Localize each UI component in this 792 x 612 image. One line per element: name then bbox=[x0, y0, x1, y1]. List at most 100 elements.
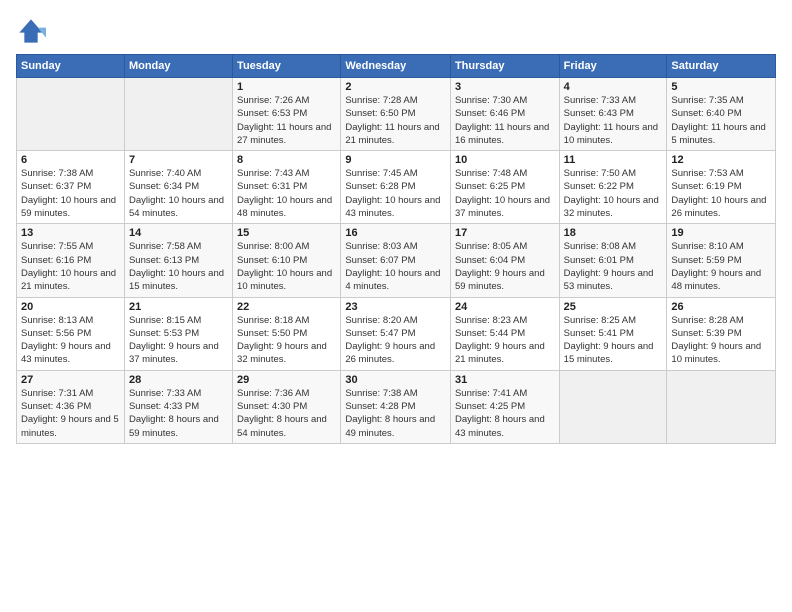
day-number: 22 bbox=[237, 301, 336, 313]
day-cell: 11 Sunrise: 7:50 AMSunset: 6:22 PMDaylig… bbox=[559, 151, 667, 224]
day-number: 29 bbox=[237, 374, 336, 386]
col-header-wednesday: Wednesday bbox=[341, 55, 451, 78]
day-number: 21 bbox=[129, 301, 228, 313]
day-info: Sunrise: 7:40 AMSunset: 6:34 PMDaylight:… bbox=[129, 167, 228, 220]
day-info: Sunrise: 8:00 AMSunset: 6:10 PMDaylight:… bbox=[237, 240, 336, 293]
col-header-saturday: Saturday bbox=[667, 55, 776, 78]
day-number: 8 bbox=[237, 154, 336, 166]
day-info: Sunrise: 8:03 AMSunset: 6:07 PMDaylight:… bbox=[345, 240, 446, 293]
day-cell: 31 Sunrise: 7:41 AMSunset: 4:25 PMDaylig… bbox=[450, 370, 559, 443]
day-cell: 29 Sunrise: 7:36 AMSunset: 4:30 PMDaylig… bbox=[233, 370, 341, 443]
day-cell: 26 Sunrise: 8:28 AMSunset: 5:39 PMDaylig… bbox=[667, 297, 776, 370]
week-row-4: 20 Sunrise: 8:13 AMSunset: 5:56 PMDaylig… bbox=[17, 297, 776, 370]
day-number: 30 bbox=[345, 374, 446, 386]
day-cell: 30 Sunrise: 7:38 AMSunset: 4:28 PMDaylig… bbox=[341, 370, 451, 443]
day-info: Sunrise: 8:10 AMSunset: 5:59 PMDaylight:… bbox=[671, 240, 771, 293]
day-info: Sunrise: 8:18 AMSunset: 5:50 PMDaylight:… bbox=[237, 314, 336, 367]
day-cell: 9 Sunrise: 7:45 AMSunset: 6:28 PMDayligh… bbox=[341, 151, 451, 224]
day-info: Sunrise: 7:53 AMSunset: 6:19 PMDaylight:… bbox=[671, 167, 771, 220]
day-number: 13 bbox=[21, 227, 120, 239]
day-cell: 22 Sunrise: 8:18 AMSunset: 5:50 PMDaylig… bbox=[233, 297, 341, 370]
day-cell: 15 Sunrise: 8:00 AMSunset: 6:10 PMDaylig… bbox=[233, 224, 341, 297]
day-info: Sunrise: 7:33 AMSunset: 6:43 PMDaylight:… bbox=[564, 94, 663, 147]
day-number: 28 bbox=[129, 374, 228, 386]
day-cell: 21 Sunrise: 8:15 AMSunset: 5:53 PMDaylig… bbox=[124, 297, 232, 370]
logo bbox=[16, 16, 50, 46]
day-info: Sunrise: 7:38 AMSunset: 4:28 PMDaylight:… bbox=[345, 387, 446, 440]
week-row-3: 13 Sunrise: 7:55 AMSunset: 6:16 PMDaylig… bbox=[17, 224, 776, 297]
day-cell bbox=[559, 370, 667, 443]
col-header-sunday: Sunday bbox=[17, 55, 125, 78]
day-number: 10 bbox=[455, 154, 555, 166]
day-cell: 13 Sunrise: 7:55 AMSunset: 6:16 PMDaylig… bbox=[17, 224, 125, 297]
day-cell: 23 Sunrise: 8:20 AMSunset: 5:47 PMDaylig… bbox=[341, 297, 451, 370]
day-number: 24 bbox=[455, 301, 555, 313]
day-number: 7 bbox=[129, 154, 228, 166]
day-info: Sunrise: 7:33 AMSunset: 4:33 PMDaylight:… bbox=[129, 387, 228, 440]
day-info: Sunrise: 7:41 AMSunset: 4:25 PMDaylight:… bbox=[455, 387, 555, 440]
header-row: SundayMondayTuesdayWednesdayThursdayFrid… bbox=[17, 55, 776, 78]
day-info: Sunrise: 7:30 AMSunset: 6:46 PMDaylight:… bbox=[455, 94, 555, 147]
day-cell: 12 Sunrise: 7:53 AMSunset: 6:19 PMDaylig… bbox=[667, 151, 776, 224]
day-number: 26 bbox=[671, 301, 771, 313]
day-cell: 2 Sunrise: 7:28 AMSunset: 6:50 PMDayligh… bbox=[341, 78, 451, 151]
day-info: Sunrise: 8:23 AMSunset: 5:44 PMDaylight:… bbox=[455, 314, 555, 367]
day-number: 25 bbox=[564, 301, 663, 313]
day-number: 3 bbox=[455, 81, 555, 93]
day-number: 11 bbox=[564, 154, 663, 166]
day-info: Sunrise: 7:26 AMSunset: 6:53 PMDaylight:… bbox=[237, 94, 336, 147]
day-cell: 25 Sunrise: 8:25 AMSunset: 5:41 PMDaylig… bbox=[559, 297, 667, 370]
day-number: 17 bbox=[455, 227, 555, 239]
day-number: 5 bbox=[671, 81, 771, 93]
day-cell bbox=[17, 78, 125, 151]
day-cell: 27 Sunrise: 7:31 AMSunset: 4:36 PMDaylig… bbox=[17, 370, 125, 443]
day-info: Sunrise: 8:20 AMSunset: 5:47 PMDaylight:… bbox=[345, 314, 446, 367]
day-cell: 16 Sunrise: 8:03 AMSunset: 6:07 PMDaylig… bbox=[341, 224, 451, 297]
col-header-monday: Monday bbox=[124, 55, 232, 78]
day-info: Sunrise: 8:05 AMSunset: 6:04 PMDaylight:… bbox=[455, 240, 555, 293]
day-cell bbox=[667, 370, 776, 443]
day-cell: 24 Sunrise: 8:23 AMSunset: 5:44 PMDaylig… bbox=[450, 297, 559, 370]
day-info: Sunrise: 8:08 AMSunset: 6:01 PMDaylight:… bbox=[564, 240, 663, 293]
calendar-table: SundayMondayTuesdayWednesdayThursdayFrid… bbox=[16, 54, 776, 444]
day-info: Sunrise: 7:38 AMSunset: 6:37 PMDaylight:… bbox=[21, 167, 120, 220]
day-number: 2 bbox=[345, 81, 446, 93]
day-cell: 1 Sunrise: 7:26 AMSunset: 6:53 PMDayligh… bbox=[233, 78, 341, 151]
day-info: Sunrise: 7:50 AMSunset: 6:22 PMDaylight:… bbox=[564, 167, 663, 220]
day-info: Sunrise: 7:28 AMSunset: 6:50 PMDaylight:… bbox=[345, 94, 446, 147]
day-number: 20 bbox=[21, 301, 120, 313]
col-header-thursday: Thursday bbox=[450, 55, 559, 78]
day-info: Sunrise: 7:36 AMSunset: 4:30 PMDaylight:… bbox=[237, 387, 336, 440]
day-cell: 4 Sunrise: 7:33 AMSunset: 6:43 PMDayligh… bbox=[559, 78, 667, 151]
day-cell: 17 Sunrise: 8:05 AMSunset: 6:04 PMDaylig… bbox=[450, 224, 559, 297]
day-info: Sunrise: 7:45 AMSunset: 6:28 PMDaylight:… bbox=[345, 167, 446, 220]
day-info: Sunrise: 8:15 AMSunset: 5:53 PMDaylight:… bbox=[129, 314, 228, 367]
week-row-2: 6 Sunrise: 7:38 AMSunset: 6:37 PMDayligh… bbox=[17, 151, 776, 224]
day-number: 12 bbox=[671, 154, 771, 166]
day-cell bbox=[124, 78, 232, 151]
day-number: 6 bbox=[21, 154, 120, 166]
day-number: 27 bbox=[21, 374, 120, 386]
week-row-5: 27 Sunrise: 7:31 AMSunset: 4:36 PMDaylig… bbox=[17, 370, 776, 443]
day-cell: 19 Sunrise: 8:10 AMSunset: 5:59 PMDaylig… bbox=[667, 224, 776, 297]
day-cell: 8 Sunrise: 7:43 AMSunset: 6:31 PMDayligh… bbox=[233, 151, 341, 224]
day-number: 15 bbox=[237, 227, 336, 239]
day-cell: 3 Sunrise: 7:30 AMSunset: 6:46 PMDayligh… bbox=[450, 78, 559, 151]
day-cell: 10 Sunrise: 7:48 AMSunset: 6:25 PMDaylig… bbox=[450, 151, 559, 224]
col-header-friday: Friday bbox=[559, 55, 667, 78]
day-info: Sunrise: 7:48 AMSunset: 6:25 PMDaylight:… bbox=[455, 167, 555, 220]
day-info: Sunrise: 7:58 AMSunset: 6:13 PMDaylight:… bbox=[129, 240, 228, 293]
day-cell: 20 Sunrise: 8:13 AMSunset: 5:56 PMDaylig… bbox=[17, 297, 125, 370]
day-info: Sunrise: 7:55 AMSunset: 6:16 PMDaylight:… bbox=[21, 240, 120, 293]
day-info: Sunrise: 8:28 AMSunset: 5:39 PMDaylight:… bbox=[671, 314, 771, 367]
day-number: 18 bbox=[564, 227, 663, 239]
day-number: 31 bbox=[455, 374, 555, 386]
week-row-1: 1 Sunrise: 7:26 AMSunset: 6:53 PMDayligh… bbox=[17, 78, 776, 151]
day-info: Sunrise: 7:43 AMSunset: 6:31 PMDaylight:… bbox=[237, 167, 336, 220]
day-number: 14 bbox=[129, 227, 228, 239]
header bbox=[16, 16, 776, 46]
day-info: Sunrise: 8:13 AMSunset: 5:56 PMDaylight:… bbox=[21, 314, 120, 367]
day-number: 19 bbox=[671, 227, 771, 239]
day-number: 16 bbox=[345, 227, 446, 239]
day-info: Sunrise: 7:35 AMSunset: 6:40 PMDaylight:… bbox=[671, 94, 771, 147]
